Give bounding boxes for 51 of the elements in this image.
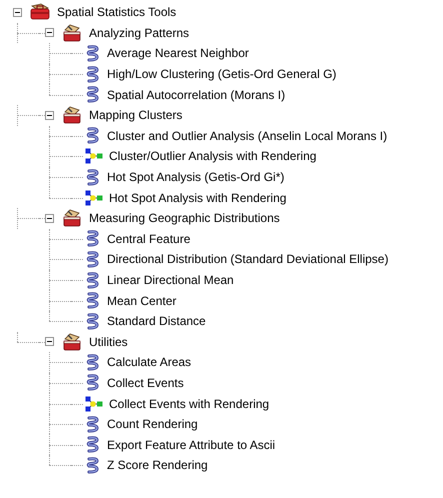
- tree-item[interactable]: Export Feature Attribute to Ascii: [107, 436, 276, 454]
- tree-item[interactable]: Calculate Areas: [107, 353, 192, 372]
- model-icon: [85, 190, 103, 206]
- tree-item[interactable]: Count Rendering: [107, 415, 198, 434]
- script-icon: [85, 127, 101, 144]
- model-icon: [85, 396, 103, 412]
- tree-item[interactable]: Average Nearest Neighbor: [107, 44, 249, 62]
- script-icon: [85, 354, 101, 371]
- tree-item[interactable]: Hot Spot Analysis with Rendering: [109, 188, 286, 207]
- tree-item[interactable]: Spatial Statistics Tools: [57, 3, 176, 22]
- toolset-icon: [61, 24, 83, 42]
- toolset-icon: [61, 332, 83, 351]
- script-icon: [85, 44, 101, 62]
- collapse-button[interactable]: [44, 214, 54, 223]
- tree-item[interactable]: Linear Directional Mean: [107, 271, 234, 290]
- script-icon: [85, 272, 101, 289]
- toolbox-icon: [29, 3, 51, 22]
- model-icon: [85, 148, 103, 164]
- script-icon: [85, 436, 101, 454]
- tree-item[interactable]: Cluster and Outlier Analysis (Anselin Local Morans I): [107, 126, 388, 145]
- tree-item[interactable]: Standard Distance: [107, 312, 206, 330]
- tree-item[interactable]: Mean Center: [107, 292, 176, 310]
- collapse-button[interactable]: [12, 8, 22, 17]
- script-icon: [85, 168, 101, 186]
- tree-item[interactable]: Collect Events with Rendering: [109, 394, 270, 413]
- script-icon: [85, 66, 101, 83]
- tree-item[interactable]: Analyzing Patterns: [89, 24, 190, 42]
- tree-item[interactable]: Measuring Geographic Distributions: [89, 209, 280, 228]
- script-icon: [85, 312, 101, 330]
- tree-item[interactable]: Directional Distribution (Standard Deviational Ellipse): [107, 250, 388, 268]
- script-icon: [85, 86, 101, 104]
- toolset-icon: [61, 106, 83, 124]
- script-icon: [85, 374, 101, 392]
- tree-item[interactable]: Mapping Clusters: [89, 106, 182, 124]
- script-icon: [85, 292, 101, 310]
- tree-item[interactable]: Spatial Autocorrelation (Morans I): [107, 86, 286, 104]
- tree-item[interactable]: Collect Events: [107, 374, 184, 392]
- collapse-button[interactable]: [44, 110, 54, 120]
- tree-item[interactable]: Hot Spot Analysis (Getis-Ord Gi*): [107, 168, 284, 186]
- collapse-button[interactable]: [44, 337, 54, 346]
- tree-item[interactable]: Central Feature: [107, 230, 190, 248]
- script-icon: [85, 456, 101, 474]
- tree-item[interactable]: Z Score Rendering: [107, 456, 208, 474]
- tree-item[interactable]: Cluster/Outlier Analysis with Rendering: [109, 147, 316, 166]
- script-icon: [85, 250, 101, 268]
- script-icon: [85, 230, 101, 248]
- collapse-button[interactable]: [44, 28, 54, 38]
- toolset-icon: [61, 209, 83, 228]
- tree-item[interactable]: Utilities: [89, 332, 128, 351]
- script-icon: [85, 416, 101, 433]
- tree-item[interactable]: High/Low Clustering (Getis-Ord General G): [107, 65, 336, 84]
